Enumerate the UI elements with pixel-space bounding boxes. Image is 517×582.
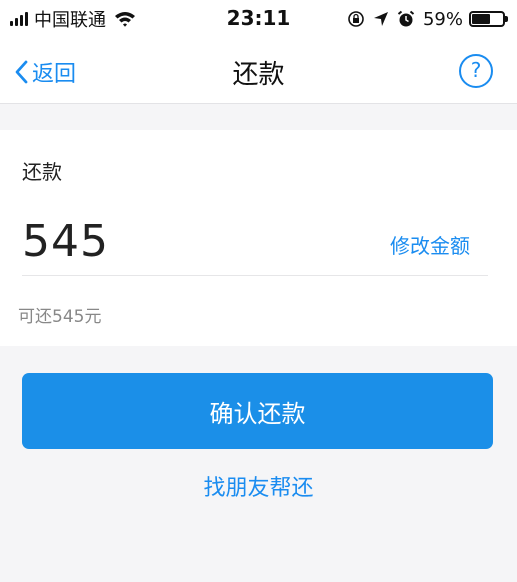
ask-friend-link[interactable]: 找朋友帮还 <box>0 470 517 502</box>
battery-icon <box>469 11 508 27</box>
confirm-repayment-button[interactable]: 确认还款 <box>22 373 493 449</box>
repayment-card: 还款 545 修改金额 可还545元 <box>0 130 517 346</box>
modify-amount-link[interactable]: 修改金额 <box>390 230 470 259</box>
available-amount-text: 可还545元 <box>18 307 102 327</box>
battery-percent: 59% <box>422 8 463 30</box>
status-bar: 中国联通 23:11 59% <box>0 0 517 40</box>
confirm-button-label: 确认还款 <box>209 399 306 428</box>
nav-bar: 返回 还款 ? <box>0 40 517 104</box>
question-mark-icon: ? <box>470 58 482 82</box>
amount-row: 545 修改金额 <box>22 212 488 276</box>
amount-value[interactable]: 545 <box>22 216 109 267</box>
orientation-lock-icon <box>348 11 364 27</box>
help-button[interactable]: ? <box>459 54 493 88</box>
page-title: 还款 <box>232 60 285 90</box>
location-icon <box>373 12 388 26</box>
status-right: 59% <box>347 6 508 32</box>
repayment-label: 还款 <box>22 160 62 184</box>
battery-fill <box>472 14 490 24</box>
alarm-icon <box>397 10 415 27</box>
